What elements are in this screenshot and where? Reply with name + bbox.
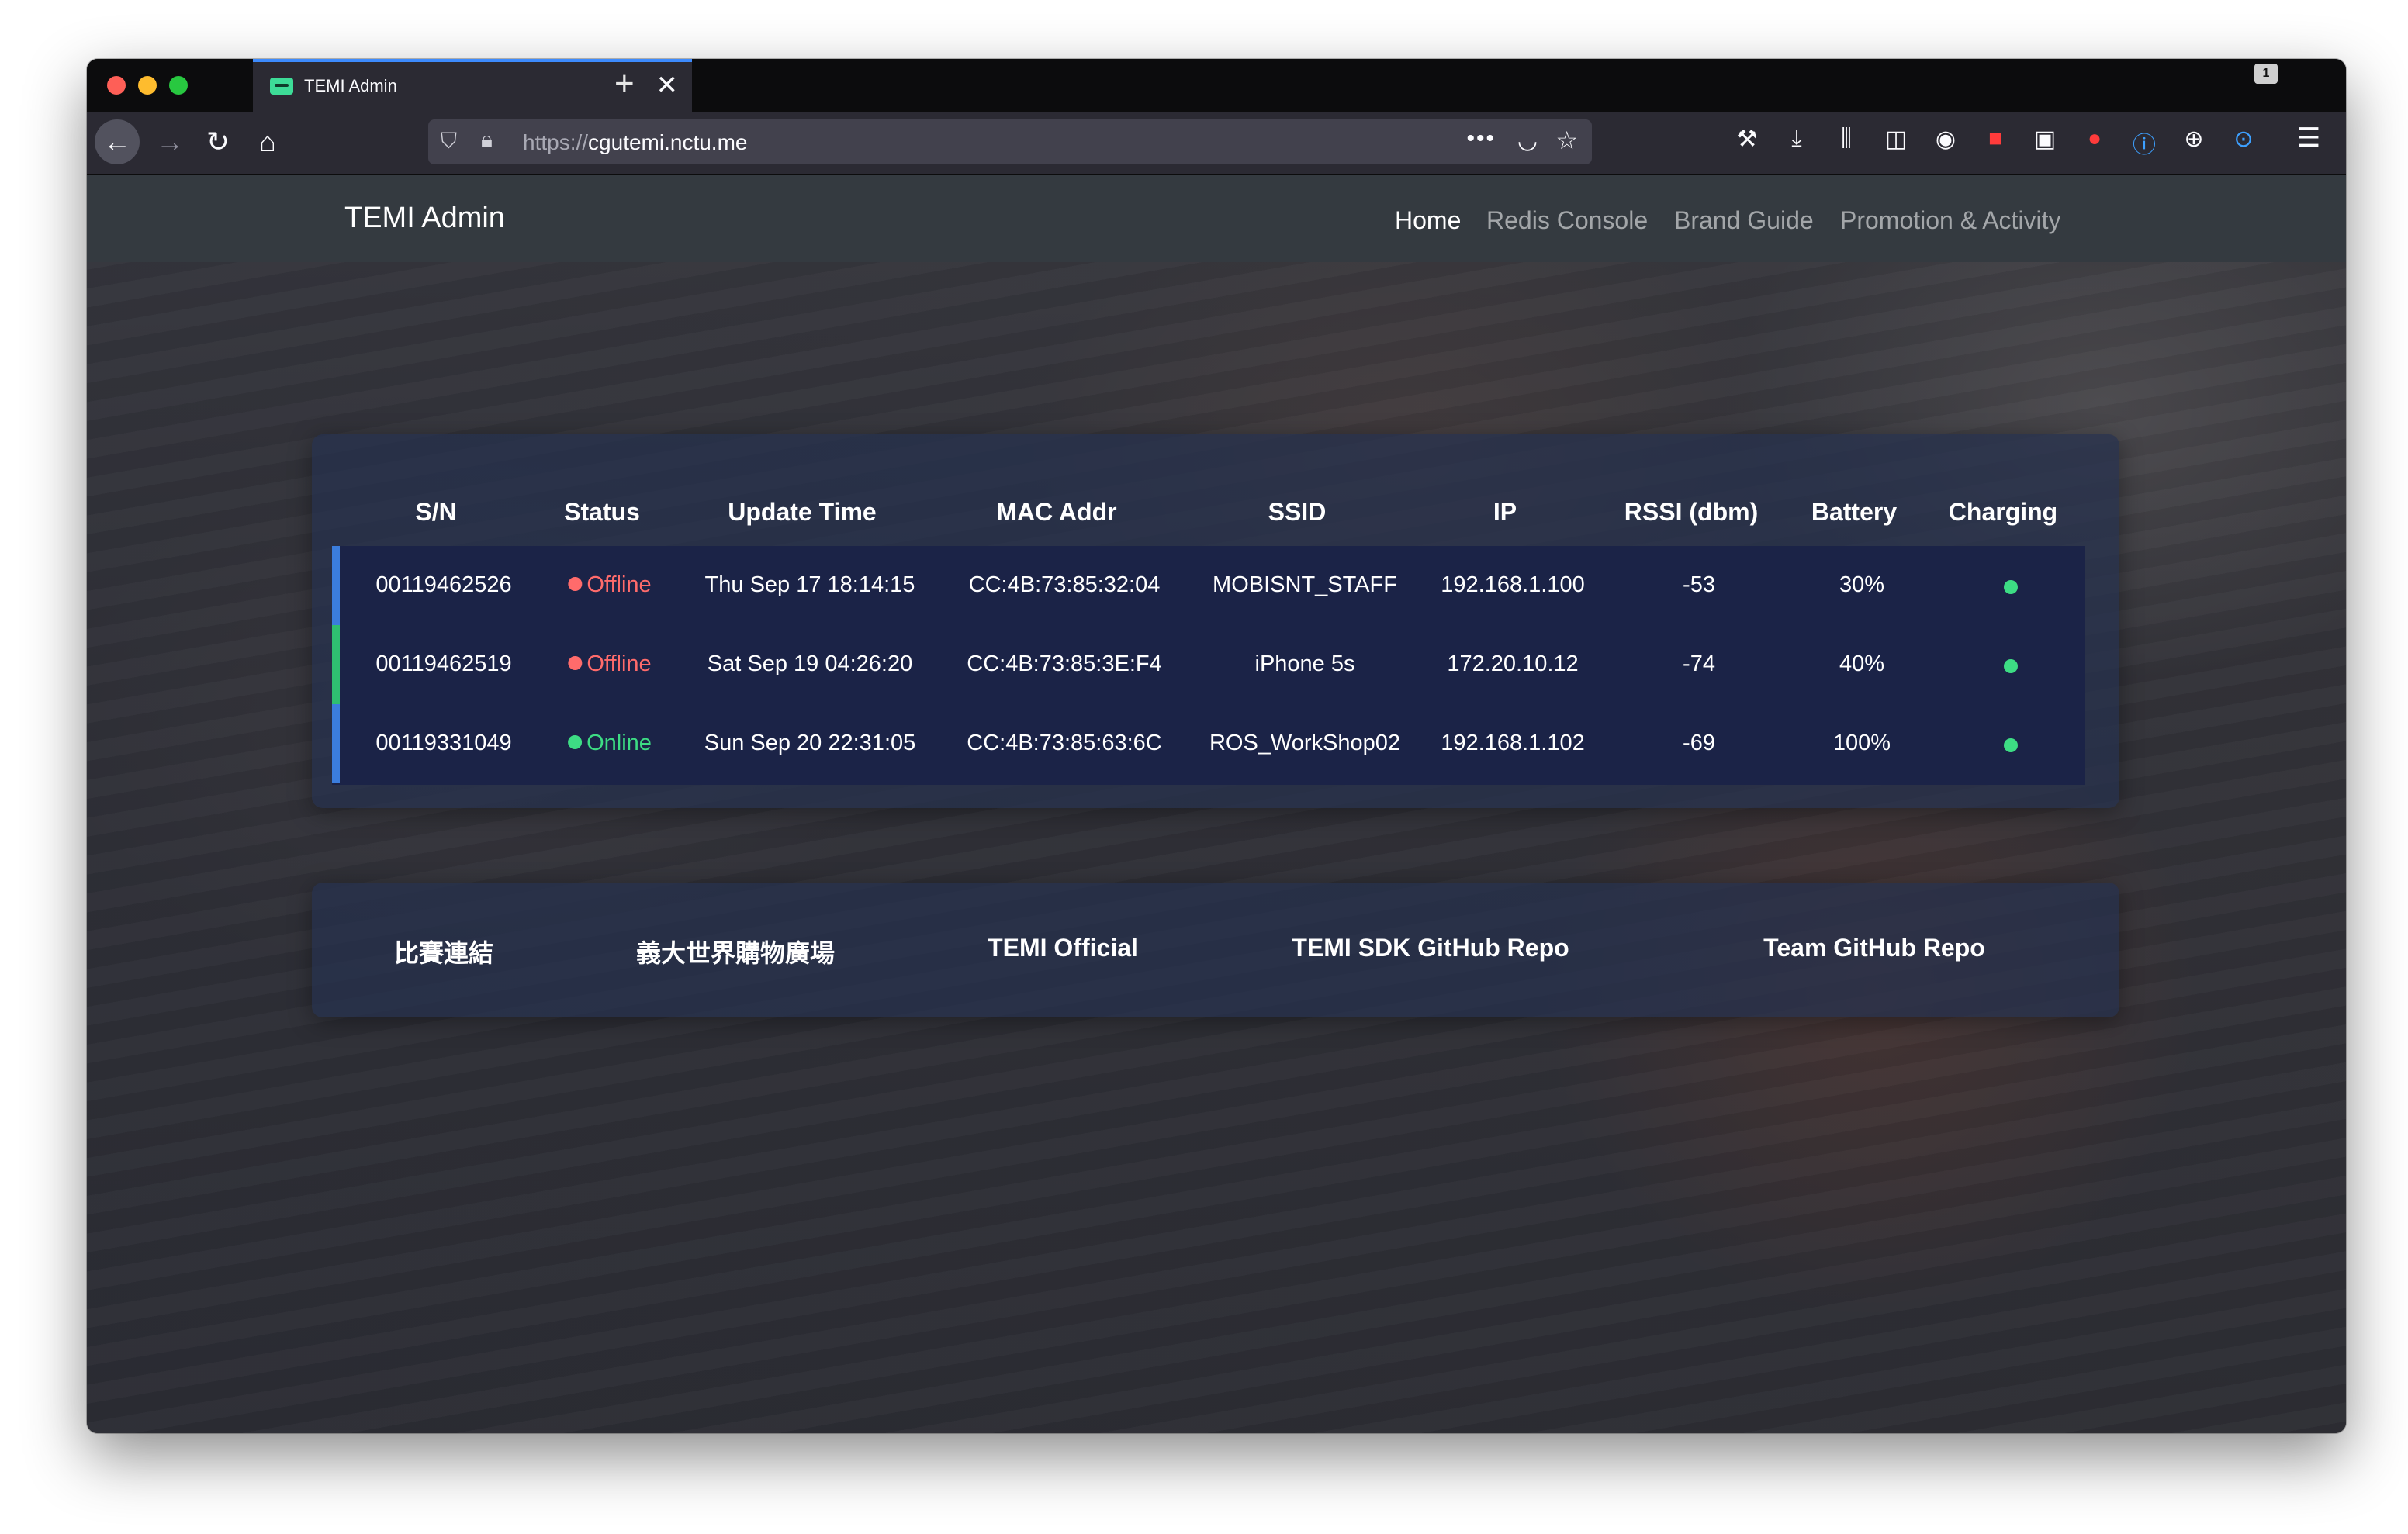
site-navbar: TEMI Admin Home Redis Console Brand Guid… <box>87 175 2346 262</box>
tab-title: TEMI Admin <box>304 76 397 95</box>
cell-battery: 100% <box>1832 731 1891 755</box>
extension-info-icon[interactable]: ⓘ <box>2129 126 2160 160</box>
cell-sn: 00119462526 <box>375 572 512 597</box>
charging-indicator-icon <box>2004 659 2018 673</box>
brand-title[interactable]: TEMI Admin <box>344 202 505 235</box>
account-icon[interactable]: ◉ <box>1930 126 1961 153</box>
cell-sn: 00119462519 <box>375 651 512 676</box>
wrench-icon[interactable]: ⚒ <box>1732 126 1763 153</box>
cell-update-time: Sat Sep 19 04:26:20 <box>707 651 913 676</box>
pocket-icon[interactable]: ◡ <box>1517 127 1538 154</box>
new-tab-button[interactable]: + <box>614 64 635 104</box>
cell-sn: 00119331049 <box>375 731 512 755</box>
table-row[interactable]: 00119462519 Offline Sat Sep 19 04:26:20 … <box>332 625 2085 704</box>
cell-status: Offline <box>568 572 652 598</box>
column-header-rssi: RSSI (dbm) <box>1624 498 1759 526</box>
link-shopping-mall[interactable]: 義大世界購物廣場 <box>636 934 835 969</box>
cell-update-time: Sun Sep 20 22:31:05 <box>704 731 916 755</box>
extension-image-icon[interactable]: ▣ <box>2029 126 2060 153</box>
menu-icon[interactable]: ☰ <box>2293 123 2324 154</box>
browser-window: TEMI Admin ✕ + 1 ← → ↻ ⌂ ⛉ 🔒︎ https://cg… <box>87 59 2346 1433</box>
star-icon[interactable]: ☆ <box>1555 126 1578 155</box>
window-maximize-button[interactable] <box>169 76 188 95</box>
column-header-status: Status <box>564 498 640 526</box>
quick-links-bar: 比賽連結 義大世界購物廣場 TEMI Official TEMI SDK Git… <box>312 883 2119 1017</box>
cell-ssid: ROS_WorkShop02 <box>1209 731 1401 755</box>
home-icon[interactable]: ⌂ <box>245 119 290 164</box>
url-text[interactable]: https://cgutemi.nctu.me <box>523 130 747 155</box>
page-content: TEMI Admin Home Redis Console Brand Guid… <box>87 175 2346 1433</box>
charging-indicator-icon <box>2004 580 2018 594</box>
cell-rssi: -69 <box>1683 731 1715 755</box>
extension-globe-icon[interactable]: ⊕ <box>2178 126 2209 153</box>
window-close-button[interactable] <box>107 76 126 95</box>
cell-battery: 40% <box>1839 651 1885 676</box>
table-body: 00119462526 Offline Thu Sep 17 18:14:15 … <box>332 546 2085 785</box>
forward-arrow-icon[interactable]: → <box>147 119 192 164</box>
column-header-update-time: Update Time <box>728 498 877 526</box>
column-header-charging: Charging <box>1948 498 2058 526</box>
cell-ssid: MOBISNT_STAFF <box>1213 572 1397 597</box>
lock-icon[interactable]: 🔒︎ <box>481 127 493 153</box>
tab-strip: TEMI Admin ✕ + 1 <box>87 59 2346 112</box>
window-minimize-button[interactable] <box>138 76 157 95</box>
link-competition[interactable]: 比賽連結 <box>394 934 493 969</box>
table-row[interactable]: 00119331049 Online Sun Sep 20 22:31:05 C… <box>332 704 2085 783</box>
shield-icon[interactable]: ⛉ <box>441 129 457 154</box>
cell-mac: CC:4B:73:85:32:04 <box>968 572 1161 597</box>
cell-ip: 172.20.10.12 <box>1447 651 1579 676</box>
link-temi-sdk-github[interactable]: TEMI SDK GitHub Repo <box>1292 934 1569 962</box>
cell-ip: 192.168.1.102 <box>1441 731 1585 755</box>
tab-close-icon[interactable]: ✕ <box>656 70 679 101</box>
column-header-ssid: SSID <box>1268 498 1327 526</box>
status-dot-icon <box>568 735 583 749</box>
reload-icon[interactable]: ↻ <box>195 119 240 164</box>
cell-ip: 192.168.1.100 <box>1441 572 1585 597</box>
tab-counter-badge[interactable]: 1 <box>2254 64 2278 84</box>
nav-link-redis-console[interactable]: Redis Console <box>1486 206 1648 235</box>
back-arrow-icon[interactable]: ← <box>95 119 140 164</box>
cell-status: Offline <box>568 651 652 677</box>
cell-mac: CC:4B:73:85:63:6C <box>967 731 1162 755</box>
link-temi-official[interactable]: TEMI Official <box>988 934 1138 962</box>
extension-lock-icon[interactable]: ■ <box>1980 126 2011 152</box>
status-dot-icon <box>568 656 583 670</box>
library-icon[interactable]: ⫼ <box>1831 126 1862 152</box>
column-header-mac-addr: MAC Addr <box>996 498 1117 526</box>
charging-indicator-icon <box>2004 738 2018 752</box>
column-header-battery: Battery <box>1811 498 1898 526</box>
url-bar[interactable]: ⛉ 🔒︎ https://cgutemi.nctu.me ••• ◡ ☆ <box>428 119 1592 164</box>
cell-rssi: -74 <box>1683 651 1715 676</box>
nav-link-home[interactable]: Home <box>1395 206 1461 235</box>
browser-toolbar: ← → ↻ ⌂ ⛉ 🔒︎ https://cgutemi.nctu.me •••… <box>87 112 2346 175</box>
download-icon[interactable]: ⤓ <box>1781 126 1812 152</box>
cell-mac: CC:4B:73:85:3E:F4 <box>967 651 1162 676</box>
more-icon[interactable]: ••• <box>1466 126 1496 152</box>
nav-link-brand-guide[interactable]: Brand Guide <box>1674 206 1814 235</box>
extension-stop-icon[interactable]: ● <box>2079 126 2110 152</box>
cell-status: Online <box>568 731 652 756</box>
cell-ssid: iPhone 5s <box>1254 651 1355 676</box>
column-header-ip: IP <box>1493 498 1517 526</box>
cell-update-time: Thu Sep 17 18:14:15 <box>704 572 915 597</box>
column-header-sn: S/N <box>415 498 457 526</box>
extension-search-icon[interactable]: ⊙ <box>2228 126 2259 153</box>
cell-battery: 30% <box>1839 572 1885 597</box>
status-dot-icon <box>568 577 583 591</box>
link-team-github[interactable]: Team GitHub Repo <box>1763 934 1985 962</box>
robot-status-table: S/N Status Update Time MAC Addr SSID IP … <box>312 434 2119 808</box>
sidebar-icon[interactable]: ◫ <box>1880 126 1912 153</box>
table-row[interactable]: 00119462526 Offline Thu Sep 17 18:14:15 … <box>332 546 2085 625</box>
favicon-icon <box>270 78 293 95</box>
nav-link-promotion-activity[interactable]: Promotion & Activity <box>1840 206 2061 235</box>
cell-rssi: -53 <box>1683 572 1715 597</box>
